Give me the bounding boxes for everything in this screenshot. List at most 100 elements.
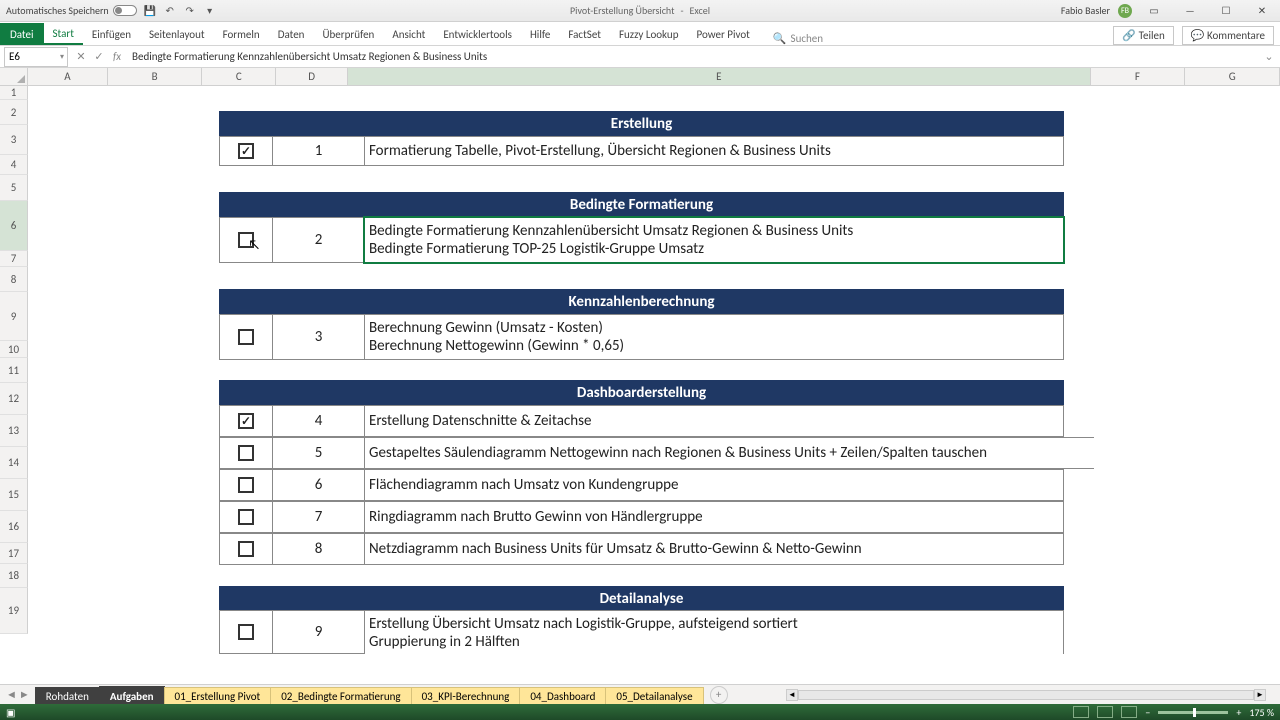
row-5[interactable]: 5	[0, 175, 28, 201]
normal-view-icon[interactable]	[1073, 706, 1089, 718]
zoom-in-icon[interactable]: +	[1236, 706, 1241, 719]
sheet-tab-01[interactable]: 01_Erstellung Pivot	[164, 687, 272, 705]
zoom-slider[interactable]	[1158, 711, 1228, 714]
row-14[interactable]: 14	[0, 447, 28, 479]
autosave-toggle[interactable]: Automatisches Speichern	[6, 4, 137, 17]
formula-input[interactable]: Bedingte Formatierung Kennzahlenübersich…	[130, 50, 1262, 63]
row-11[interactable]: 11	[0, 358, 28, 383]
qat-more-icon[interactable]: ▾	[203, 4, 217, 18]
row-12[interactable]: 12	[0, 383, 28, 415]
zoom-level[interactable]: 175 %	[1249, 706, 1274, 719]
ribbon-tab-start[interactable]: Start	[44, 23, 83, 45]
scroll-left-icon[interactable]: ◄	[786, 689, 798, 701]
pagebreak-view-icon[interactable]	[1121, 706, 1137, 718]
row-headers[interactable]: 12345678910111213141516171819	[0, 86, 28, 656]
ribbon-tab-factset[interactable]: FactSet	[559, 23, 610, 45]
zoom-out-icon[interactable]: −	[1145, 706, 1150, 719]
col-B[interactable]: B	[108, 68, 203, 85]
row-6[interactable]: 6	[0, 201, 28, 251]
sheet-tab-rohdaten[interactable]: Rohdaten	[35, 687, 100, 705]
tab-nav-prev[interactable]: ◄	[6, 688, 17, 701]
task-9-checkbox[interactable]	[238, 624, 254, 640]
task-4-checkbox[interactable]	[238, 413, 254, 429]
record-macro-icon[interactable]: ▣	[6, 706, 15, 719]
ribbon-tab-view[interactable]: Ansicht	[383, 23, 434, 45]
row-1[interactable]: 1	[0, 86, 28, 100]
title-bar: Automatisches Speichern 💾 ↶ ↷ ▾ Pivot-Er…	[0, 0, 1280, 22]
col-G[interactable]: G	[1185, 68, 1280, 85]
tab-nav-next[interactable]: ►	[19, 688, 30, 701]
share-button[interactable]: 🔗 Teilen	[1113, 26, 1173, 45]
name-box[interactable]: E6	[4, 47, 68, 67]
row-15[interactable]: 15	[0, 479, 28, 511]
row-17[interactable]: 17	[0, 543, 28, 564]
ribbon-tab-data[interactable]: Daten	[269, 23, 314, 45]
sheet-tab-aufgaben[interactable]: Aufgaben	[99, 686, 165, 705]
row-8[interactable]: 8	[0, 267, 28, 292]
task-1-checkbox[interactable]	[238, 143, 254, 159]
task-7-checkbox[interactable]	[238, 509, 254, 525]
fx-icon[interactable]: fx	[110, 50, 124, 63]
task-3-checkbox[interactable]	[238, 329, 254, 345]
task-4-text: Erstellung Datenschnitte & Zeitachse	[364, 405, 1064, 437]
row-3[interactable]: 3	[0, 125, 28, 155]
add-sheet-button[interactable]: +	[710, 686, 728, 704]
col-A[interactable]: A	[28, 68, 108, 85]
sheet-tab-02[interactable]: 02_Bedingte Formatierung	[270, 687, 411, 705]
undo-icon[interactable]: ↶	[163, 4, 177, 18]
row-2[interactable]: 2	[0, 100, 28, 125]
save-icon[interactable]: 💾	[143, 4, 157, 18]
comments-button[interactable]: 💬 Kommentare	[1182, 26, 1274, 45]
row-16[interactable]: 16	[0, 511, 28, 543]
close-icon[interactable]: ✕	[1248, 2, 1276, 20]
redo-icon[interactable]: ↷	[183, 4, 197, 18]
task-9-checkbox-cell	[219, 610, 273, 654]
task-2-checkbox[interactable]	[238, 232, 254, 248]
ribbon-tab-powerpivot[interactable]: Power Pivot	[687, 23, 758, 45]
task-8-checkbox[interactable]	[238, 541, 254, 557]
avatar[interactable]: FB	[1118, 4, 1132, 18]
ribbon-tab-help[interactable]: Hilfe	[521, 23, 559, 45]
ribbon-tab-formulas[interactable]: Formeln	[214, 23, 269, 45]
minimize-icon[interactable]: —	[1176, 2, 1204, 20]
search-box[interactable]: 🔍Suchen	[773, 32, 823, 45]
pagelayout-view-icon[interactable]	[1097, 706, 1113, 718]
ribbon-tab-insert[interactable]: Einfügen	[83, 23, 140, 45]
ribbon-mode-icon[interactable]: ▭	[1140, 2, 1168, 20]
row-13[interactable]: 13	[0, 415, 28, 447]
worksheet-grid[interactable]: A B C D E F G 12345678910111213141516171…	[0, 68, 1280, 656]
file-tab[interactable]: Datei	[0, 23, 44, 45]
ribbon-tab-fuzzy[interactable]: Fuzzy Lookup	[610, 23, 688, 45]
maximize-icon[interactable]: ☐	[1212, 2, 1240, 20]
enter-icon[interactable]: ✓	[92, 50, 106, 63]
horizontal-scrollbar[interactable]: ◄ ►	[786, 689, 1266, 701]
ribbon-tab-dev[interactable]: Entwicklertools	[434, 23, 521, 45]
row-18[interactable]: 18	[0, 564, 28, 588]
ribbon-tab-review[interactable]: Überprüfen	[313, 23, 383, 45]
col-C[interactable]: C	[202, 68, 276, 85]
task-3-line1: Berechnung Gewinn (Umsatz - Kosten)	[369, 319, 603, 337]
row-9[interactable]: 9	[0, 292, 28, 341]
task-2-line1: Bedingte Formatierung Kennzahlenübersich…	[369, 222, 853, 240]
ribbon-tab-pagelayout[interactable]: Seitenlayout	[140, 23, 214, 45]
toggle-icon[interactable]	[113, 5, 137, 16]
row-4[interactable]: 4	[0, 155, 28, 175]
row-19[interactable]: 19	[0, 588, 28, 634]
column-headers[interactable]: A B C D E F G	[28, 68, 1280, 86]
sheet-tab-03[interactable]: 03_KPI-Berechnung	[411, 687, 521, 705]
cancel-icon[interactable]: ✕	[74, 50, 88, 63]
sheet-tab-05[interactable]: 05_Detailanalyse	[605, 687, 703, 705]
expand-formula-icon[interactable]: ⌄	[1262, 50, 1276, 63]
select-all-corner[interactable]	[0, 68, 28, 86]
sheet-tab-04[interactable]: 04_Dashboard	[519, 687, 606, 705]
task-2-text: Bedingte Formatierung Kennzahlenübersich…	[364, 217, 1064, 263]
task-6-checkbox[interactable]	[238, 477, 254, 493]
task-5-checkbox[interactable]	[238, 445, 254, 461]
row-10[interactable]: 10	[0, 341, 28, 358]
col-F[interactable]: F	[1091, 68, 1186, 85]
scroll-right-icon[interactable]: ►	[1254, 689, 1266, 701]
col-E[interactable]: E	[348, 68, 1091, 85]
col-D[interactable]: D	[276, 68, 348, 85]
task-7-checkbox-cell	[219, 501, 273, 533]
row-7[interactable]: 7	[0, 251, 28, 267]
